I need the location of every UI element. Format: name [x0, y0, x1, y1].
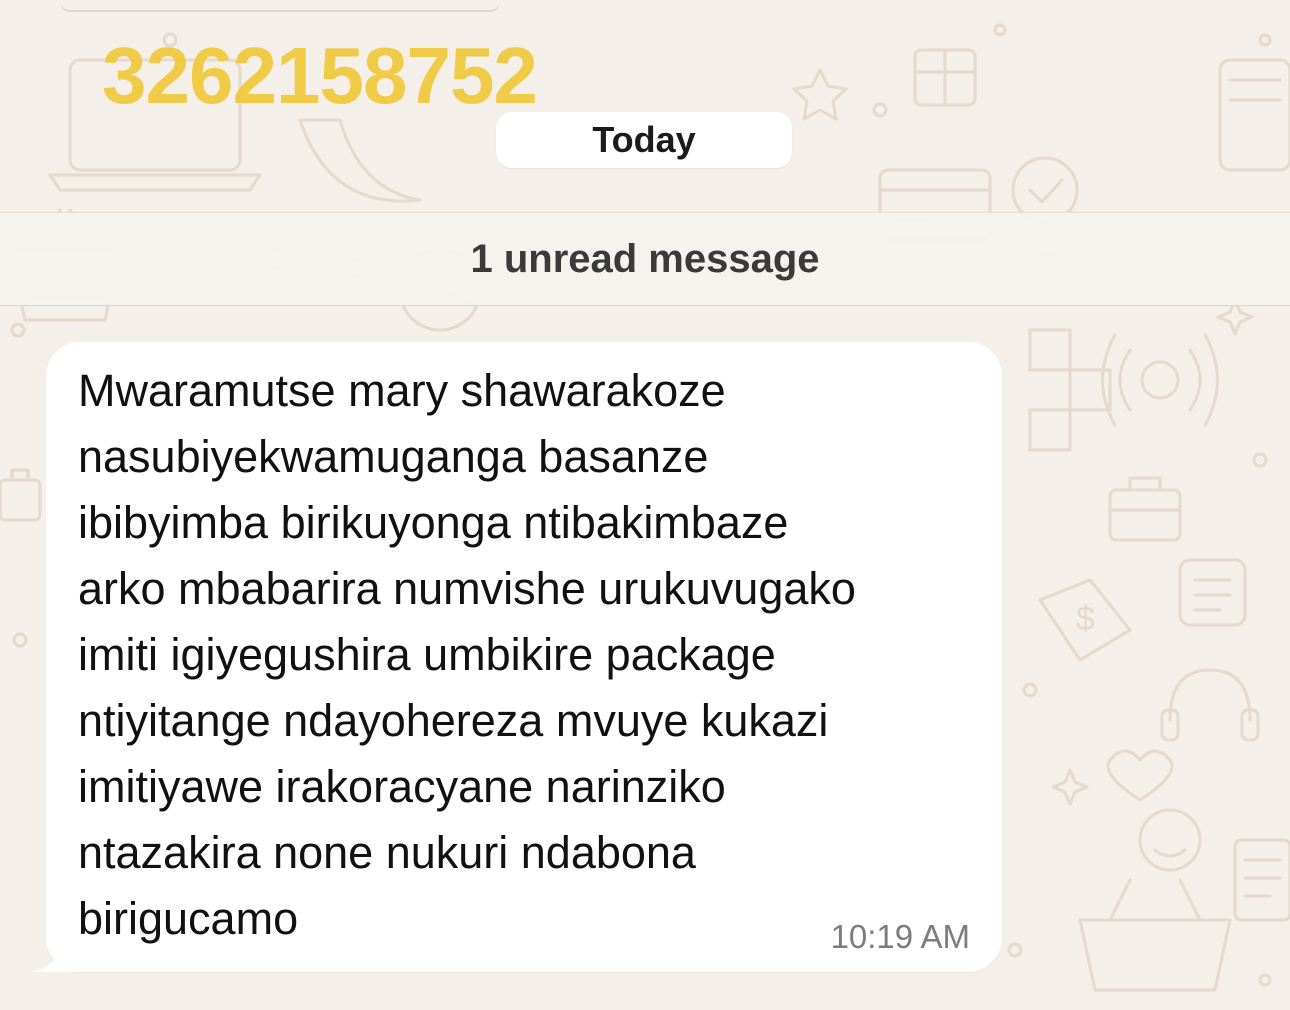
- gift-doodle-icon: [913, 48, 977, 107]
- message-text: Mwaramutse mary shawarakoze nasubiyekwam…: [78, 365, 856, 944]
- svg-text:$: $: [1076, 600, 1095, 638]
- headset-doodle-icon: [1160, 668, 1260, 742]
- smile-doodle-icon: [1138, 808, 1202, 872]
- note-doodle-icon: [1178, 558, 1247, 627]
- unread-messages-label: 1 unread message: [470, 236, 820, 281]
- date-separator-label: Today: [592, 119, 696, 160]
- date-separator: Today: [496, 112, 792, 168]
- unread-messages-banner: 1 unread message: [0, 212, 1290, 306]
- heart-doodle-icon: [1106, 749, 1174, 802]
- star-doodle-icon: [792, 68, 848, 121]
- grid-doodle-icon: [1028, 328, 1112, 452]
- previous-message-edge: [60, 0, 500, 12]
- basket-doodle-icon: [1078, 878, 1232, 992]
- briefcase-doodle-icon: [0, 468, 42, 522]
- message-timestamp: 10:19 AM: [830, 918, 970, 955]
- briefcase-doodle-icon: [1108, 476, 1182, 542]
- receipt-doodle-icon: [1233, 838, 1290, 922]
- banana-doodle-icon: [298, 118, 422, 203]
- signal-doodle-icon: [1101, 333, 1219, 427]
- sparkle-doodle-icon: [1051, 768, 1089, 806]
- tablet-doodle-icon: [1218, 58, 1290, 172]
- overlay-phone-number: 3262158752: [102, 31, 538, 120]
